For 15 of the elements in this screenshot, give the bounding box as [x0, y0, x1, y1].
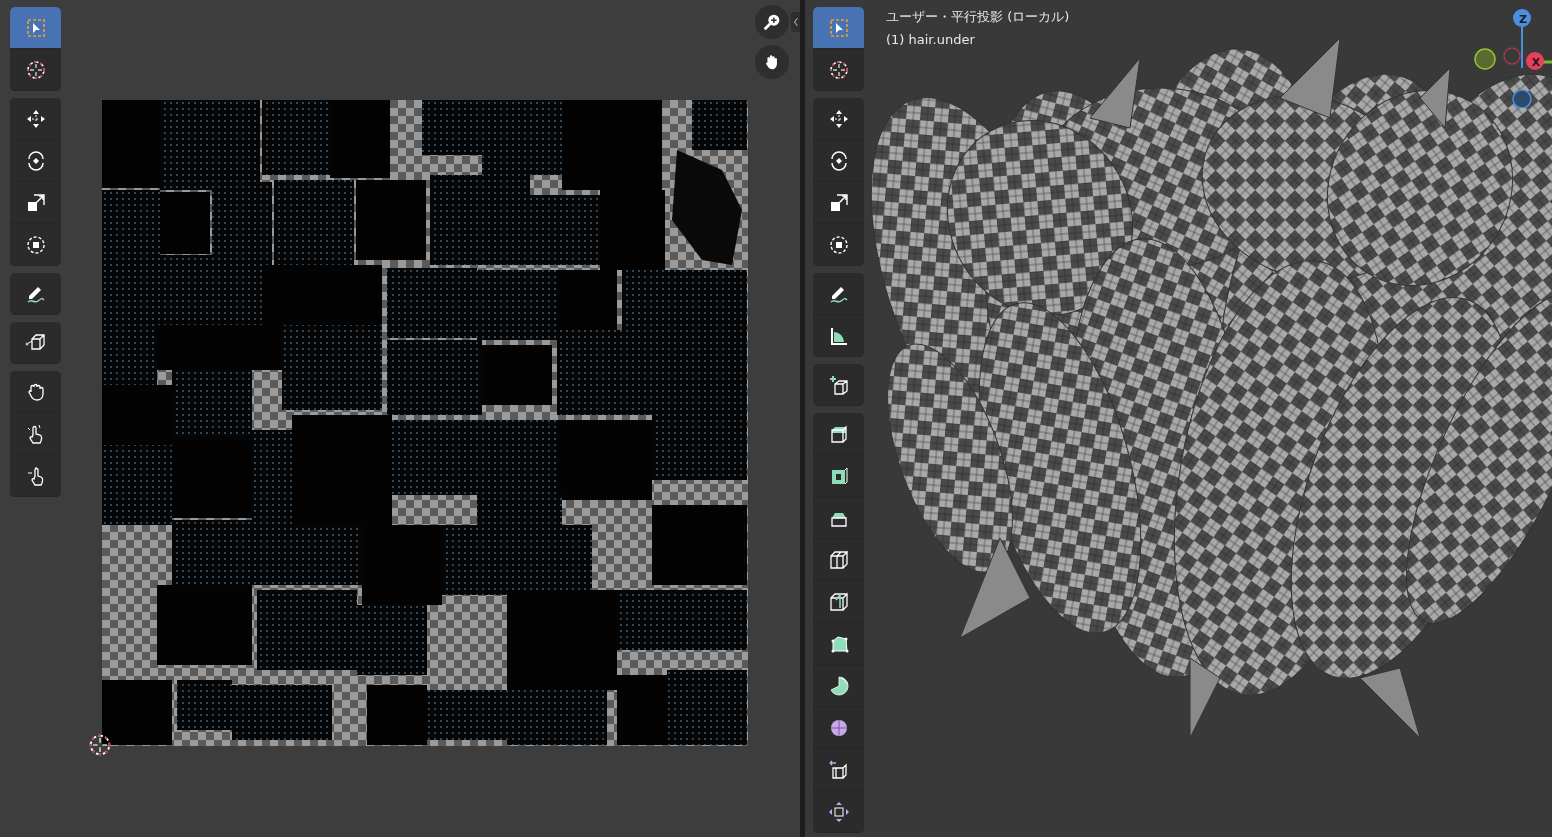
tool-button[interactable] [10, 371, 61, 413]
tool-button[interactable] [813, 98, 864, 140]
zoom-button[interactable] [755, 5, 789, 39]
axis-label: X [1530, 54, 1542, 71]
tool-button[interactable] [813, 273, 864, 315]
axis-label: Z [1518, 11, 1528, 28]
chevron-left-icon [792, 17, 799, 27]
object-name: (1) hair.under [886, 31, 975, 49]
tool-button[interactable] [10, 7, 61, 49]
sidebar-toggle[interactable] [791, 12, 800, 32]
tool-button[interactable] [813, 7, 864, 49]
tool-button[interactable] [10, 98, 61, 140]
pan-button[interactable] [755, 45, 789, 79]
view-title: ユーザー・平行投影 (ローカル) [886, 8, 1070, 26]
tool-button[interactable] [813, 413, 864, 455]
